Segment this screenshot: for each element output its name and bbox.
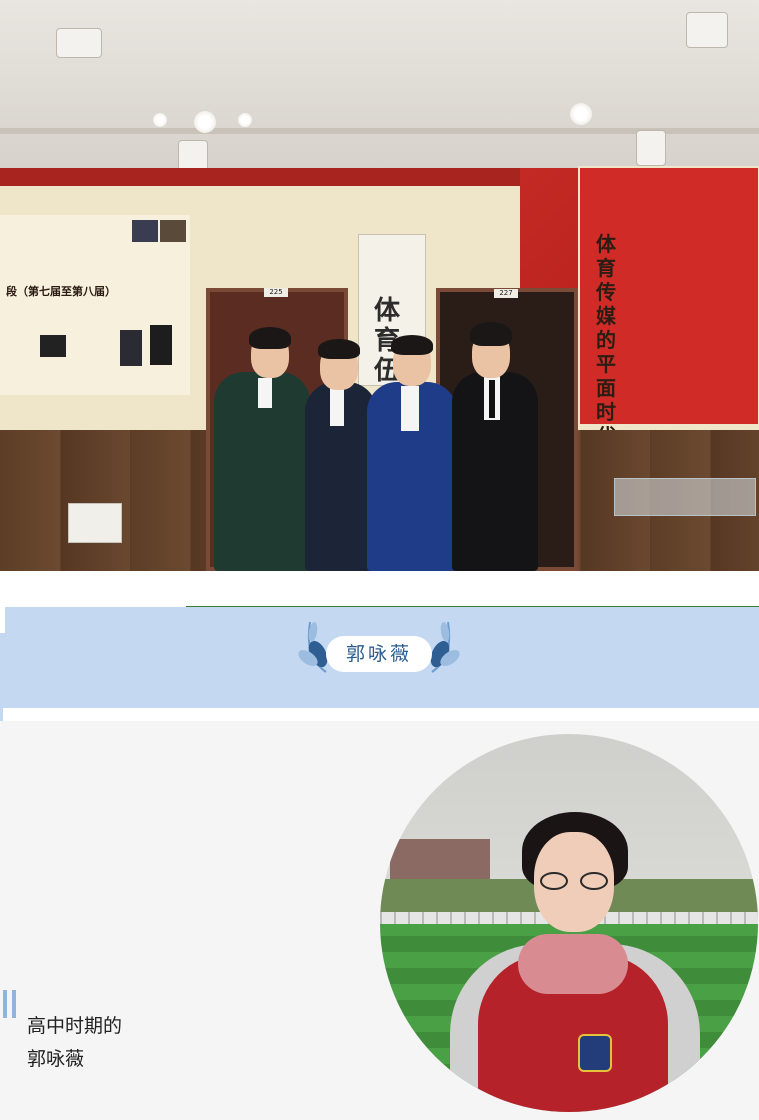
caption-line-2: 郭咏薇 (27, 1048, 85, 1070)
photo-collage-panel: 段（第七届至第八届） (0, 215, 190, 395)
collage-thumbnail (160, 220, 186, 242)
portrait-photo (380, 734, 758, 1112)
door-number-plate: 227 (494, 289, 518, 298)
hair (249, 327, 291, 349)
ceiling-light (153, 113, 167, 127)
acrylic-shelf (614, 478, 756, 516)
white-shirt (401, 386, 419, 431)
door-number-plate: 225 (264, 288, 288, 297)
title-band-notch (0, 607, 5, 633)
school-badge (578, 1034, 612, 1072)
ceiling-light (570, 103, 592, 125)
wall-outlet (68, 503, 122, 543)
pink-hood (518, 934, 628, 994)
collage-thumbnail (132, 220, 158, 242)
glasses (540, 872, 610, 890)
tie (489, 380, 495, 418)
vertical-bars-icon (3, 990, 19, 1018)
spotlight (686, 12, 728, 48)
section-title: 郭咏薇 (345, 643, 412, 665)
ceiling-light (194, 111, 216, 133)
caption-line-1: 高中时期的 (27, 1015, 123, 1037)
collage-heading: 段（第七届至第八届） (6, 285, 116, 298)
poster-title: 体育传媒的平面时代 (596, 232, 616, 448)
ceiling-light (238, 113, 252, 127)
white-shirt (330, 386, 344, 426)
collage-thumbnail (120, 330, 142, 366)
hair (470, 322, 512, 346)
group-photo: 段（第七届至第八届） 体育传媒的平面时代 体育伍 225 227 (0, 0, 759, 571)
hair (391, 335, 433, 355)
spotlight (56, 28, 102, 58)
collage-thumbnail (150, 325, 172, 365)
spotlight (636, 130, 666, 166)
hair (318, 339, 360, 359)
white-shirt (258, 378, 272, 408)
collage-thumbnail (40, 335, 66, 357)
